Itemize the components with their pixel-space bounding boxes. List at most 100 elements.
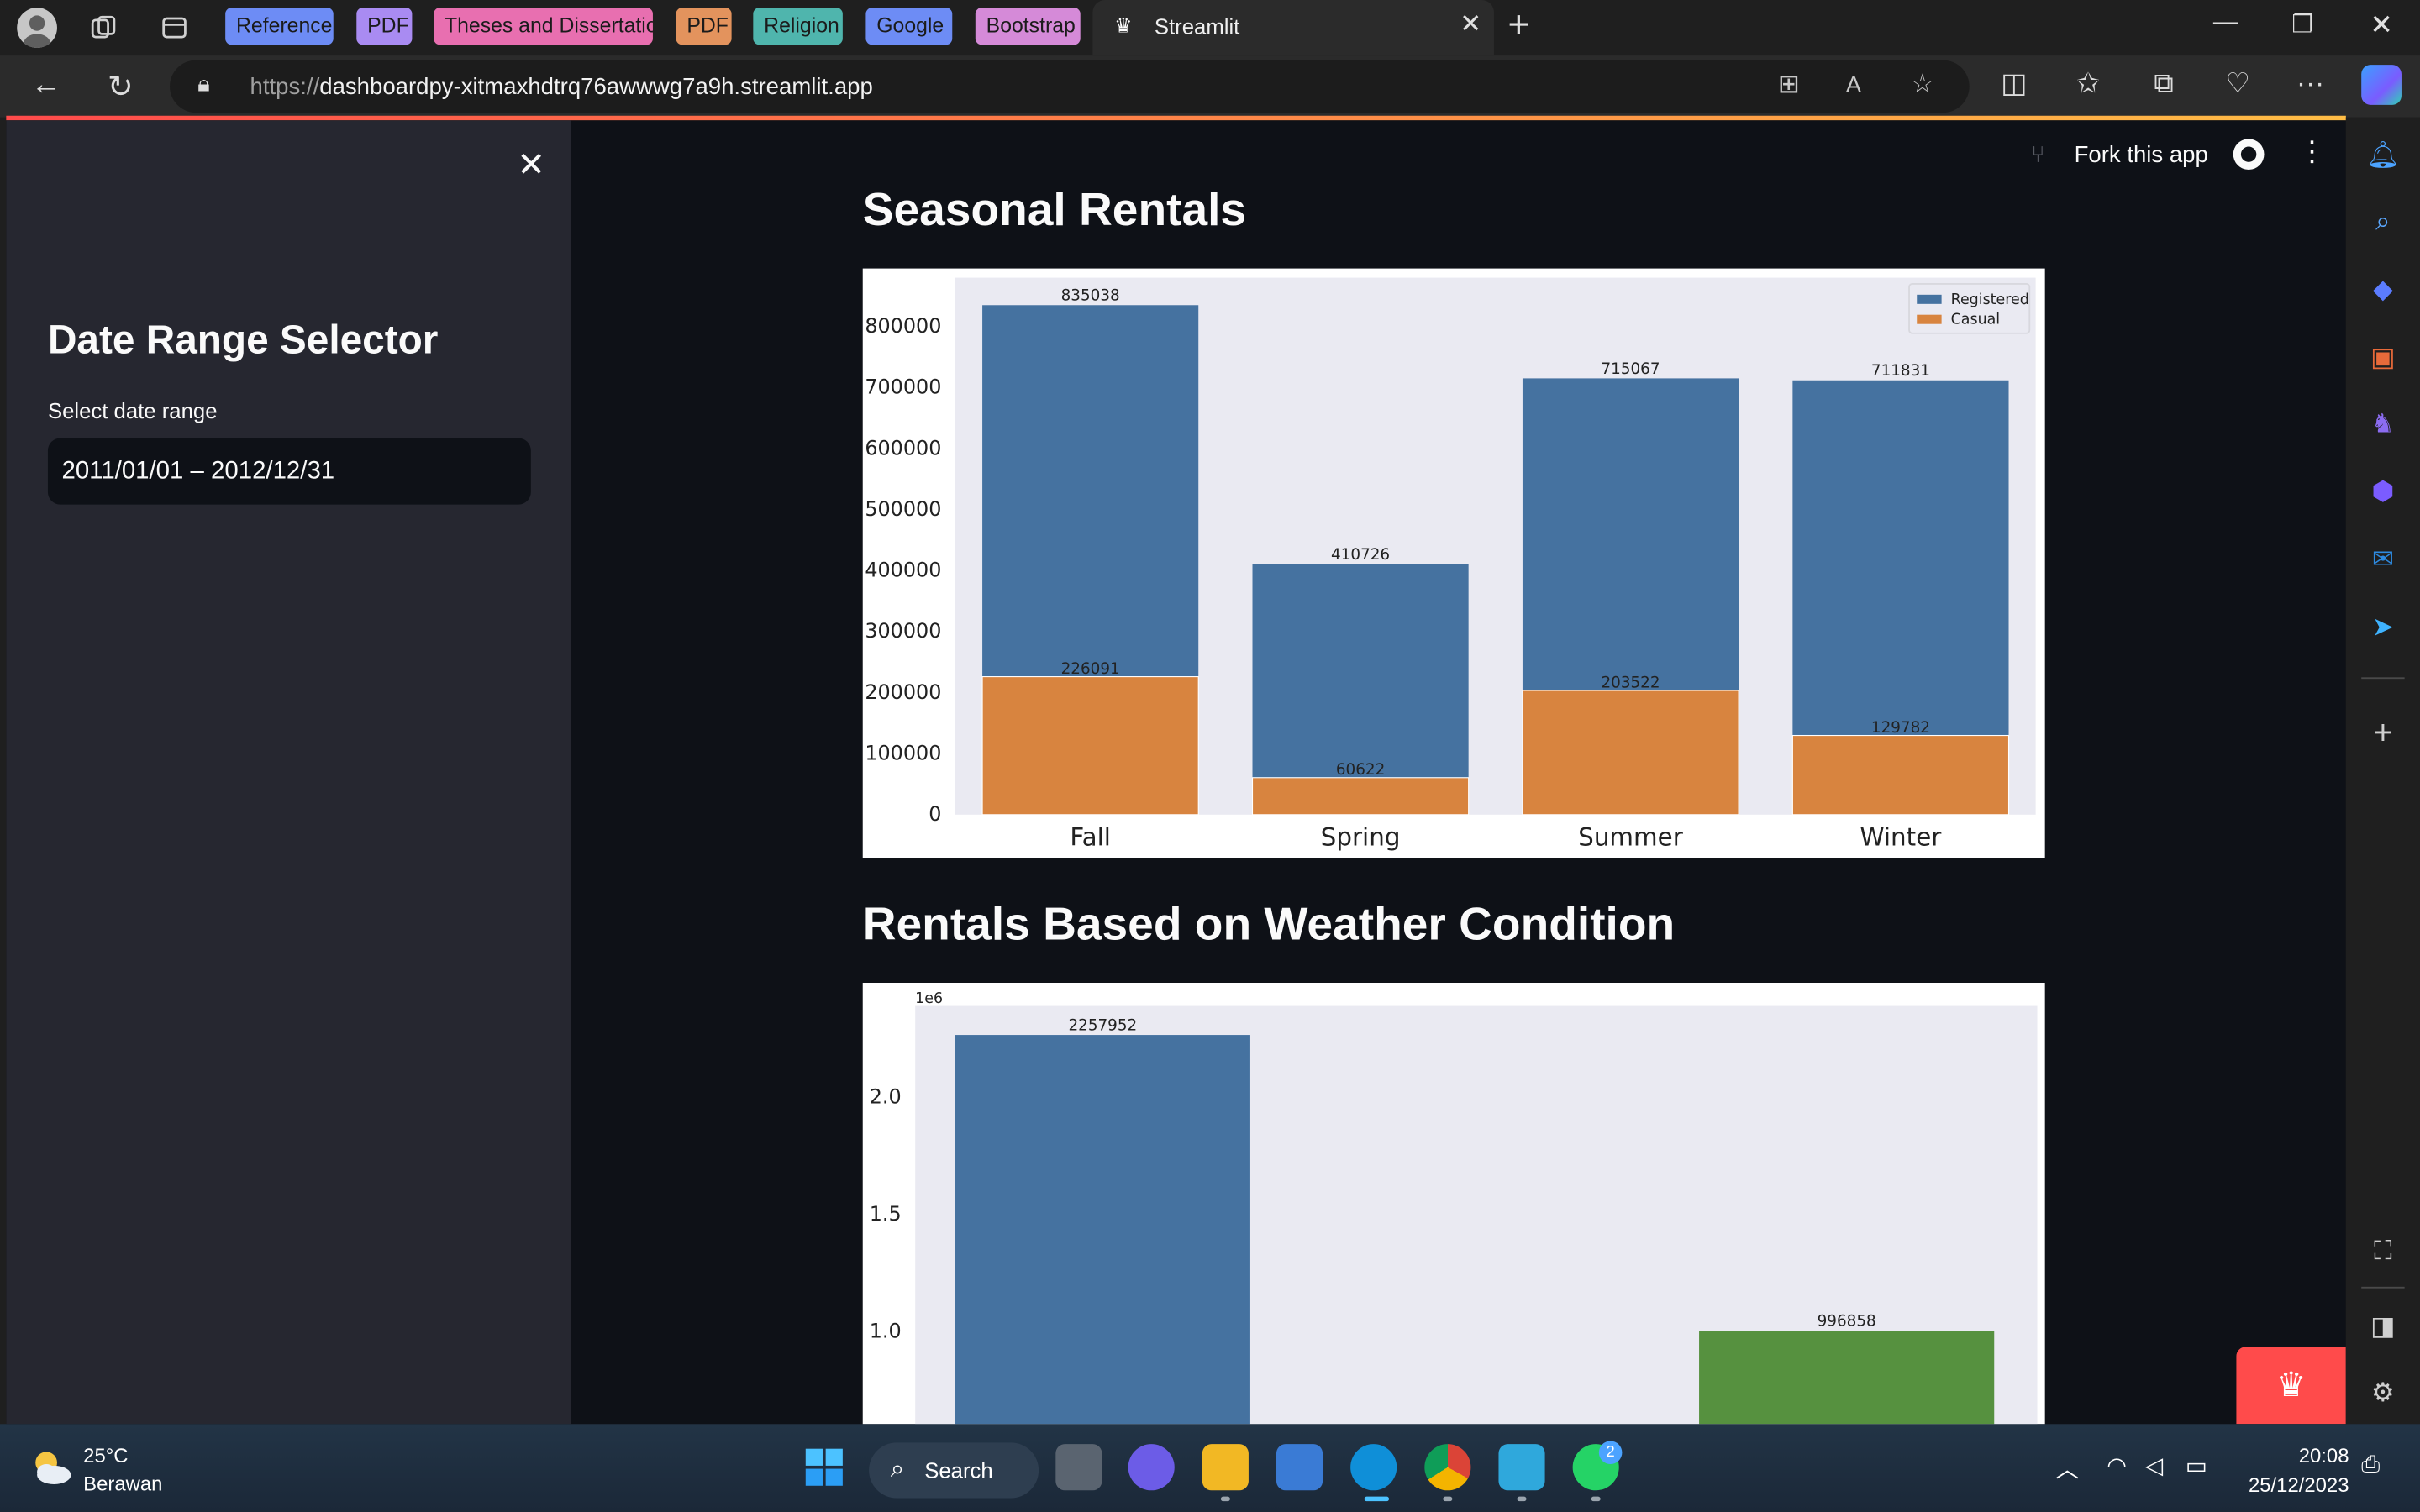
hide-sidebar-icon[interactable]: ◨ [2363,1307,2403,1347]
data-label-casual: 129782 [1871,719,1930,737]
y-tick-label: 2.0 [870,1084,902,1108]
address-bar[interactable]: 🔒︎ https://dashboardpy-xitmaxhdtrq76awww… [170,60,1970,113]
copilot-icon[interactable] [2361,65,2402,105]
sidebar: ✕ Date Range Selector Select date range … [6,120,571,1425]
weather-cloudy-icon[interactable] [28,1446,74,1488]
weather-temperature[interactable]: 25°C [83,1444,128,1467]
clock-date: 25/12/2023 [2248,1473,2349,1497]
data-label-casual: 226091 [1061,660,1120,678]
y-tick-label: 100000 [865,742,941,765]
collections-icon[interactable]: ⧉ [2144,68,2184,101]
shopping-icon[interactable]: ◆ [2363,270,2403,310]
wifi-icon[interactable]: ◠ [2107,1452,2127,1479]
main-menu-icon[interactable]: ⋮ [2298,136,2326,169]
restore-icon[interactable]: ❐ [2280,9,2326,40]
close-window-icon[interactable]: ✕ [2359,9,2405,42]
search-icon[interactable]: ⌕ [2363,202,2403,243]
date-range-input[interactable]: 2011/01/01 – 2012/12/31 [47,438,531,505]
tab-group-pdf[interactable]: PDF [356,8,413,45]
drop-icon[interactable]: ➤ [2363,608,2403,648]
volume-icon[interactable]: ◁ [2145,1452,2163,1479]
back-icon[interactable]: ← [26,68,66,103]
taskbar-search-button[interactable]: ⌕ Search [869,1442,1039,1499]
divider [2361,1286,2405,1289]
show-hidden-icons-icon[interactable]: ︿ [2056,1452,2080,1484]
weather-chart: 1e6 1.0 1.5 2.0 2257952 996858 [862,983,2045,1425]
close-tab-icon[interactable]: ✕ [1460,9,1481,40]
weather-description[interactable]: Berawan [83,1472,162,1495]
chrome-icon[interactable] [1424,1444,1471,1491]
split-screen-icon[interactable]: ◫ [1994,68,2034,101]
tab-title: Streamlit [1154,13,1240,39]
notification-center-icon[interactable]: ⎙ [2361,1452,2380,1478]
microsoft-365-icon[interactable]: ⬢ [2363,472,2403,512]
tab-group-religion[interactable]: Religion [753,8,843,45]
tab-group-reference[interactable]: Reference [225,8,334,45]
minimize-icon[interactable]: — [2202,9,2249,37]
microsoft-store-icon[interactable] [1276,1444,1323,1491]
file-explorer-icon[interactable] [1202,1444,1249,1491]
clock[interactable]: 20:08 25/12/2023 [2249,1441,2349,1500]
github-icon[interactable] [2233,139,2265,171]
favorites-icon[interactable]: ✩ [2068,68,2108,101]
bar-casual [1791,734,2010,816]
data-label-registered: 715067 [1601,360,1660,378]
x-tick-label: Fall [1070,823,1111,852]
app-available-icon[interactable]: ⊞ [1778,70,1800,101]
divider [2361,677,2405,680]
close-sidebar-icon[interactable]: ✕ [517,145,545,186]
y-tick-label: 800000 [865,314,941,338]
meet-chat-icon[interactable] [1128,1444,1175,1491]
battery-icon[interactable]: ▭ [2186,1452,2207,1479]
windows-start-icon[interactable] [801,1444,847,1490]
streamlit-favicon-icon: ♛ [1114,13,1133,38]
notepad-icon[interactable] [1498,1444,1545,1491]
search-glass-icon: ⌕ [890,1456,905,1483]
date-range-label: Select date range [47,397,218,423]
taskbar: 25°C Berawan ⌕ Search 2 ︿ ◠ ◁ ▭ 20:08 25/… [0,1424,2420,1512]
x-tick-label: Winter [1860,823,1943,852]
more-options-icon[interactable]: ··· [2291,68,2331,101]
fork-app-button[interactable]: Fork this app [2075,142,2208,168]
tab-streamlit[interactable]: ♛ Streamlit ✕ [1092,0,1494,56]
sidebar-settings-icon[interactable]: ⚙ [2363,1373,2403,1414]
refresh-icon[interactable]: ↻ [100,68,140,107]
notifications-icon[interactable]: 🔔︎ [2363,136,2403,176]
favorite-star-icon[interactable]: ☆ [1911,70,1934,101]
clock-time: 20:08 [2298,1444,2349,1467]
navigation-bar: ← ↻ 🔒︎ https://dashboardpy-xitmaxhdtrq76… [0,55,2420,118]
task-view-icon[interactable] [1055,1444,1102,1491]
lock-icon[interactable]: 🔒︎ [197,71,210,97]
y-tick-label: 1.0 [870,1319,902,1342]
tab-group-google[interactable]: Google [865,8,953,45]
screenshot-icon[interactable]: ⛶ [2363,1231,2403,1272]
running-indicator [1220,1496,1230,1502]
games-icon[interactable]: ♞ [2363,404,2403,444]
streamlit-deploy-button[interactable]: ♛ [2236,1347,2346,1425]
new-tab-icon[interactable]: + [1507,5,1529,48]
outlook-icon[interactable]: ✉ [2363,540,2403,580]
seasonal-chart: 0 100000 200000 300000 400000 500000 600000 700… [862,268,2045,858]
bar-casual [1251,777,1470,816]
tools-icon[interactable]: ▣ [2363,338,2403,378]
legend-swatch [1917,314,1942,324]
edge-browser-icon[interactable] [1350,1444,1397,1491]
running-indicator [1443,1496,1453,1502]
y-tick-label: 400000 [865,559,941,582]
tab-actions-icon[interactable] [155,8,195,48]
data-label-casual: 60622 [1336,761,1385,779]
y-tick-label: 500000 [865,497,941,521]
add-sidebar-app-icon[interactable]: + [2363,713,2403,753]
tab-group-pdf-2[interactable]: PDF [676,8,732,45]
workspaces-icon[interactable] [83,8,124,48]
fork-icon[interactable]: ⑂ [2031,142,2045,168]
read-aloud-icon[interactable]: A [1846,72,1861,98]
sidebar-title: Date Range Selector [47,316,439,363]
data-label-registered: 835038 [1061,287,1120,305]
tab-group-bootstrap[interactable]: Bootstrap [975,8,1081,45]
browser-essentials-icon[interactable]: ♡ [2217,68,2258,101]
tab-group-theses[interactable]: Theses and Dissertatio [434,8,653,45]
profile-avatar[interactable] [17,8,57,48]
tab-bar: Reference PDF Theses and Dissertatio PDF… [0,0,2420,56]
y-tick-label: 0 [929,802,941,826]
